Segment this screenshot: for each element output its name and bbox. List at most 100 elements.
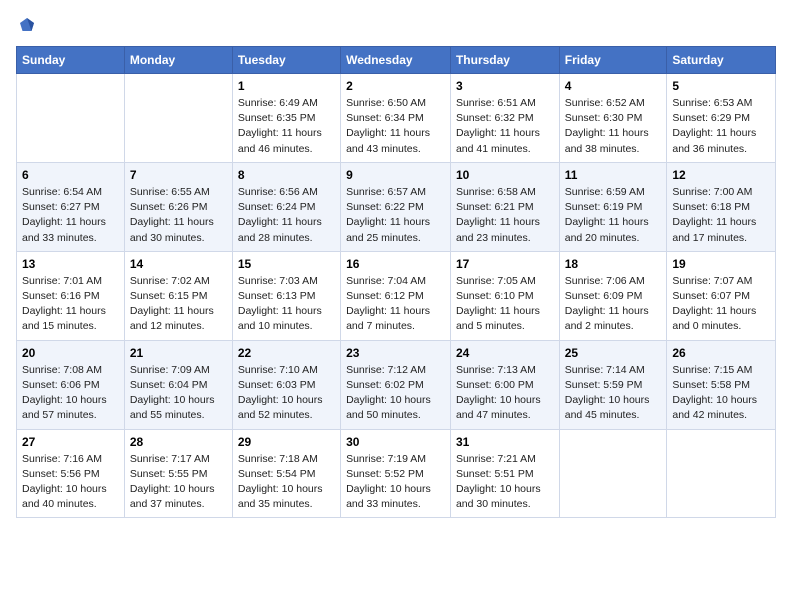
day-number: 3 [456, 79, 554, 93]
day-number: 14 [130, 257, 227, 271]
weekday-header-wednesday: Wednesday [341, 47, 451, 74]
weekday-header-thursday: Thursday [450, 47, 559, 74]
cell-content: Sunrise: 6:52 AM Sunset: 6:30 PM Dayligh… [565, 96, 662, 157]
cell-content: Sunrise: 7:19 AM Sunset: 5:52 PM Dayligh… [346, 452, 445, 513]
cell-content: Sunrise: 7:17 AM Sunset: 5:55 PM Dayligh… [130, 452, 227, 513]
day-number: 30 [346, 435, 445, 449]
cell-content: Sunrise: 7:05 AM Sunset: 6:10 PM Dayligh… [456, 274, 554, 335]
cell-content: Sunrise: 7:08 AM Sunset: 6:06 PM Dayligh… [22, 363, 119, 424]
calendar-cell: 1Sunrise: 6:49 AM Sunset: 6:35 PM Daylig… [232, 74, 340, 163]
day-number: 7 [130, 168, 227, 182]
weekday-header-saturday: Saturday [667, 47, 776, 74]
calendar-cell [17, 74, 125, 163]
day-number: 9 [346, 168, 445, 182]
weekday-header-sunday: Sunday [17, 47, 125, 74]
cell-content: Sunrise: 7:13 AM Sunset: 6:00 PM Dayligh… [456, 363, 554, 424]
cell-content: Sunrise: 7:18 AM Sunset: 5:54 PM Dayligh… [238, 452, 335, 513]
day-number: 5 [672, 79, 770, 93]
day-number: 28 [130, 435, 227, 449]
page-header [16, 16, 776, 34]
calendar-cell: 5 Sunrise: 6:53 AM Sunset: 6:29 PM Daylig… [667, 74, 776, 163]
day-number: 15 [238, 257, 335, 271]
day-number: 10 [456, 168, 554, 182]
calendar-week-row: 20Sunrise: 7:08 AM Sunset: 6:06 PM Dayli… [17, 340, 776, 429]
cell-content: Sunrise: 6:58 AM Sunset: 6:21 PM Dayligh… [456, 185, 554, 246]
day-number: 27 [22, 435, 119, 449]
cell-content: Sunrise: 6:53 AM Sunset: 6:29 PM Dayligh… [672, 96, 770, 157]
cell-content: Sunrise: 7:10 AM Sunset: 6:03 PM Dayligh… [238, 363, 335, 424]
calendar-cell [559, 429, 667, 518]
calendar-cell: 13 Sunrise: 7:01 AM Sunset: 6:16 PM Dayli… [17, 251, 125, 340]
calendar-cell: 22 Sunrise: 7:10 AM Sunset: 6:03 PM Dayli… [232, 340, 340, 429]
weekday-header-monday: Monday [124, 47, 232, 74]
calendar-cell: 25Sunrise: 7:14 AM Sunset: 5:59 PM Dayli… [559, 340, 667, 429]
logo [16, 16, 36, 34]
calendar-cell: 21 Sunrise: 7:09 AM Sunset: 6:04 PM Dayli… [124, 340, 232, 429]
calendar-cell: 3 Sunrise: 6:51 AM Sunset: 6:32 PM Daylig… [450, 74, 559, 163]
calendar-cell: 31 Sunrise: 7:21 AM Sunset: 5:51 PM Dayli… [450, 429, 559, 518]
logo-icon [18, 16, 36, 34]
cell-content: Sunrise: 7:21 AM Sunset: 5:51 PM Dayligh… [456, 452, 554, 513]
cell-content: Sunrise: 7:02 AM Sunset: 6:15 PM Dayligh… [130, 274, 227, 335]
calendar-cell: 10 Sunrise: 6:58 AM Sunset: 6:21 PM Dayli… [450, 162, 559, 251]
calendar-cell [667, 429, 776, 518]
weekday-header-friday: Friday [559, 47, 667, 74]
calendar-week-row: 13 Sunrise: 7:01 AM Sunset: 6:16 PM Dayli… [17, 251, 776, 340]
calendar-cell: 19 Sunrise: 7:07 AM Sunset: 6:07 PM Dayli… [667, 251, 776, 340]
cell-content: Sunrise: 6:56 AM Sunset: 6:24 PM Dayligh… [238, 185, 335, 246]
calendar-cell: 20Sunrise: 7:08 AM Sunset: 6:06 PM Dayli… [17, 340, 125, 429]
calendar-cell: 14 Sunrise: 7:02 AM Sunset: 6:15 PM Dayli… [124, 251, 232, 340]
day-number: 11 [565, 168, 662, 182]
calendar-week-row: 27Sunrise: 7:16 AM Sunset: 5:56 PM Dayli… [17, 429, 776, 518]
cell-content: Sunrise: 6:51 AM Sunset: 6:32 PM Dayligh… [456, 96, 554, 157]
calendar-cell: 27Sunrise: 7:16 AM Sunset: 5:56 PM Dayli… [17, 429, 125, 518]
cell-content: Sunrise: 7:06 AM Sunset: 6:09 PM Dayligh… [565, 274, 662, 335]
weekday-header-row: SundayMondayTuesdayWednesdayThursdayFrid… [17, 47, 776, 74]
calendar-cell: 15 Sunrise: 7:03 AM Sunset: 6:13 PM Dayli… [232, 251, 340, 340]
day-number: 25 [565, 346, 662, 360]
day-number: 21 [130, 346, 227, 360]
cell-content: Sunrise: 6:59 AM Sunset: 6:19 PM Dayligh… [565, 185, 662, 246]
calendar-cell: 8 Sunrise: 6:56 AM Sunset: 6:24 PM Daylig… [232, 162, 340, 251]
weekday-header-tuesday: Tuesday [232, 47, 340, 74]
cell-content: Sunrise: 7:00 AM Sunset: 6:18 PM Dayligh… [672, 185, 770, 246]
cell-content: Sunrise: 7:09 AM Sunset: 6:04 PM Dayligh… [130, 363, 227, 424]
cell-content: Sunrise: 6:50 AM Sunset: 6:34 PM Dayligh… [346, 96, 445, 157]
day-number: 8 [238, 168, 335, 182]
calendar-cell: 24 Sunrise: 7:13 AM Sunset: 6:00 PM Dayli… [450, 340, 559, 429]
calendar-cell: 2 Sunrise: 6:50 AM Sunset: 6:34 PM Daylig… [341, 74, 451, 163]
calendar-table: SundayMondayTuesdayWednesdayThursdayFrid… [16, 46, 776, 518]
day-number: 31 [456, 435, 554, 449]
day-number: 12 [672, 168, 770, 182]
calendar-cell: 30 Sunrise: 7:19 AM Sunset: 5:52 PM Dayli… [341, 429, 451, 518]
day-number: 18 [565, 257, 662, 271]
day-number: 13 [22, 257, 119, 271]
calendar-cell: 9Sunrise: 6:57 AM Sunset: 6:22 PM Daylig… [341, 162, 451, 251]
calendar-cell: 28 Sunrise: 7:17 AM Sunset: 5:55 PM Dayli… [124, 429, 232, 518]
calendar-cell: 18 Sunrise: 7:06 AM Sunset: 6:09 PM Dayli… [559, 251, 667, 340]
cell-content: Sunrise: 6:55 AM Sunset: 6:26 PM Dayligh… [130, 185, 227, 246]
calendar-cell: 26Sunrise: 7:15 AM Sunset: 5:58 PM Dayli… [667, 340, 776, 429]
calendar-cell: 6Sunrise: 6:54 AM Sunset: 6:27 PM Daylig… [17, 162, 125, 251]
cell-content: Sunrise: 7:12 AM Sunset: 6:02 PM Dayligh… [346, 363, 445, 424]
day-number: 24 [456, 346, 554, 360]
day-number: 19 [672, 257, 770, 271]
day-number: 2 [346, 79, 445, 93]
day-number: 16 [346, 257, 445, 271]
day-number: 6 [22, 168, 119, 182]
calendar-cell: 11 Sunrise: 6:59 AM Sunset: 6:19 PM Dayli… [559, 162, 667, 251]
day-number: 23 [346, 346, 445, 360]
calendar-cell: 12 Sunrise: 7:00 AM Sunset: 6:18 PM Dayli… [667, 162, 776, 251]
cell-content: Sunrise: 7:03 AM Sunset: 6:13 PM Dayligh… [238, 274, 335, 335]
cell-content: Sunrise: 7:04 AM Sunset: 6:12 PM Dayligh… [346, 274, 445, 335]
calendar-week-row: 6Sunrise: 6:54 AM Sunset: 6:27 PM Daylig… [17, 162, 776, 251]
cell-content: Sunrise: 7:07 AM Sunset: 6:07 PM Dayligh… [672, 274, 770, 335]
cell-content: Sunrise: 7:15 AM Sunset: 5:58 PM Dayligh… [672, 363, 770, 424]
calendar-cell: 7 Sunrise: 6:55 AM Sunset: 6:26 PM Daylig… [124, 162, 232, 251]
day-number: 4 [565, 79, 662, 93]
calendar-week-row: 1Sunrise: 6:49 AM Sunset: 6:35 PM Daylig… [17, 74, 776, 163]
calendar-cell: 23 Sunrise: 7:12 AM Sunset: 6:02 PM Dayli… [341, 340, 451, 429]
cell-content: Sunrise: 6:49 AM Sunset: 6:35 PM Dayligh… [238, 96, 335, 157]
cell-content: Sunrise: 7:01 AM Sunset: 6:16 PM Dayligh… [22, 274, 119, 335]
day-number: 22 [238, 346, 335, 360]
